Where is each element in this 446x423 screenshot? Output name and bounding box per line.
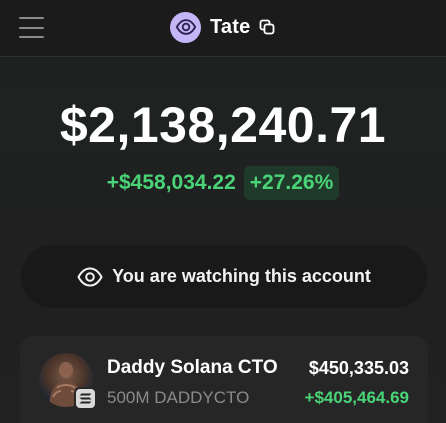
portfolio-balance: $2,138,240.71 (59, 97, 387, 153)
token-value: $450,335.03 (308, 358, 409, 378)
copy-icon[interactable] (259, 19, 275, 35)
portfolio-change: +$458,034.22 +27.26% (0, 166, 446, 200)
token-pnl: +$405,464.69 (304, 388, 409, 407)
top-bar: Tate (0, 0, 446, 57)
account-switcher[interactable]: Tate (170, 10, 275, 44)
change-percent-badge: +27.26% (243, 166, 340, 200)
token-name: Daddy Solana CTO (107, 357, 278, 378)
watching-account-banner: You are watching this account (21, 245, 427, 308)
app-root: Tate $2,138,240.71 +$458,034.22 +27.26% … (0, 0, 446, 423)
token-amount: 500M DADDYCTO (107, 388, 250, 407)
token-row[interactable]: Daddy Solana CTO 500M DADDYCTO $450,335.… (20, 336, 428, 423)
account-name: Tate (210, 15, 251, 38)
change-amount: +$458,034.22 (106, 171, 236, 194)
eye-icon (77, 266, 103, 287)
solana-icon (74, 387, 97, 410)
watching-text: You are watching this account (112, 266, 371, 286)
hamburger-menu-icon[interactable] (19, 17, 44, 38)
eye-icon (170, 11, 201, 43)
